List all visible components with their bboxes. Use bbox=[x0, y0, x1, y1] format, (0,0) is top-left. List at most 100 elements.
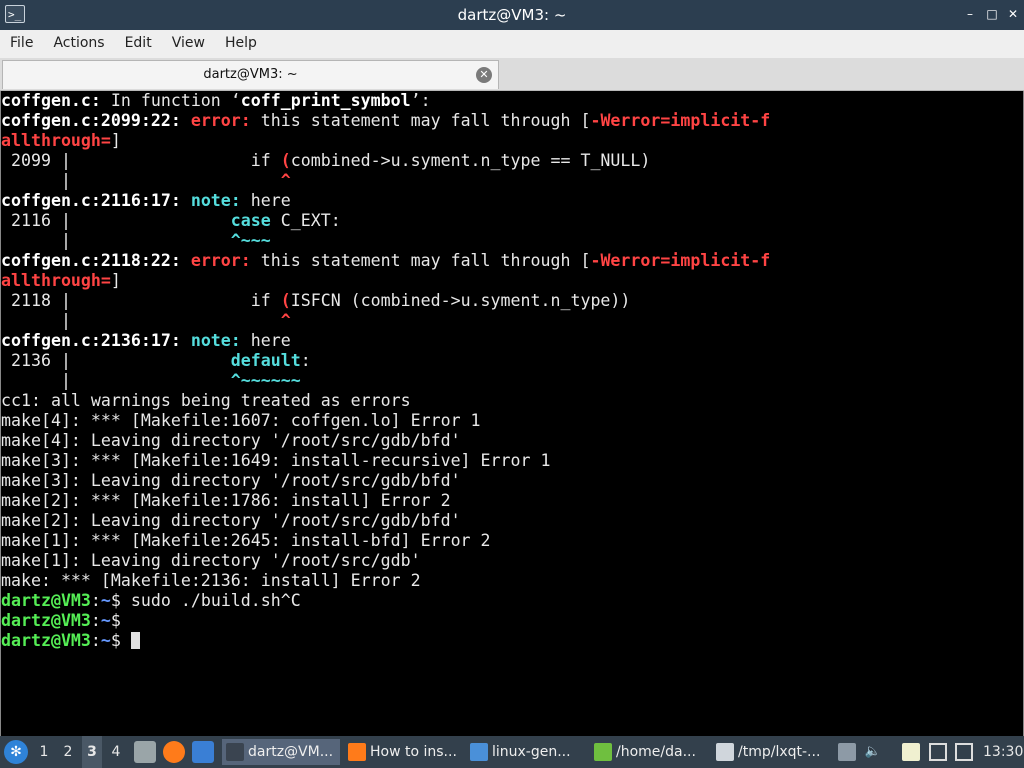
terminal-text: 2099 | if bbox=[1, 151, 281, 170]
terminal-line: make[1]: Leaving directory '/root/src/gd… bbox=[1, 551, 1023, 571]
folder-icon bbox=[470, 743, 488, 761]
terminal-text: : bbox=[90, 611, 101, 630]
terminal-text: : bbox=[90, 591, 101, 610]
tray-app-icon[interactable] bbox=[838, 743, 856, 761]
maximize-button[interactable]: □ bbox=[985, 7, 999, 21]
terminal-text: ^ bbox=[280, 171, 291, 190]
terminal-text: coffgen.c:2099:22: bbox=[1, 111, 191, 130]
start-menu-icon[interactable]: ✻ bbox=[4, 740, 28, 764]
terminal-line: dartz@VM3:~$ sudo ./build.sh^C bbox=[1, 591, 1023, 611]
terminal-text: dartz@VM3 bbox=[1, 631, 91, 650]
desktop-1[interactable]: 1 bbox=[34, 736, 54, 768]
terminal-icon bbox=[226, 743, 244, 761]
taskbar-task-label: dartz@VM... bbox=[248, 744, 334, 760]
terminal-text: ~ bbox=[100, 611, 111, 630]
terminal-text: | bbox=[1, 231, 231, 250]
menu-edit[interactable]: Edit bbox=[115, 30, 162, 58]
terminal-cursor bbox=[130, 632, 140, 649]
terminal-line: | ^ bbox=[1, 311, 1023, 331]
terminal-text: make: *** [Makefile:2136: install] Error… bbox=[1, 571, 421, 590]
taskbar-task[interactable]: /tmp/lxqt-... bbox=[712, 739, 830, 765]
close-button[interactable]: ✕ bbox=[1006, 7, 1020, 21]
terminal-line: | ^~~~~~~ bbox=[1, 371, 1023, 391]
terminal-text: this statement may fall through [ bbox=[260, 251, 591, 270]
terminal-text: dartz@VM3 bbox=[1, 591, 91, 610]
terminal-line: make[3]: *** [Makefile:1649: install-rec… bbox=[1, 451, 1023, 471]
terminal-text: | bbox=[1, 311, 281, 330]
minimize-button[interactable]: – bbox=[963, 7, 977, 21]
terminal-tab[interactable]: dartz@VM3: ~ ✕ bbox=[2, 60, 499, 89]
menu-actions[interactable]: Actions bbox=[43, 30, 114, 58]
clipboard-icon[interactable] bbox=[902, 743, 920, 761]
volume-icon[interactable]: 🔈 bbox=[864, 743, 882, 761]
tab-close-icon[interactable]: ✕ bbox=[476, 67, 492, 83]
terminal-text: | bbox=[1, 371, 231, 390]
terminal-text: make[1]: *** [Makefile:2645: install-bfd… bbox=[1, 531, 491, 550]
terminal-text: make[3]: *** [Makefile:1649: install-rec… bbox=[1, 451, 551, 470]
terminal-text: : bbox=[300, 351, 311, 370]
terminal-text: coffgen.c:2136:17: bbox=[1, 331, 191, 350]
desktop-3[interactable]: 3 bbox=[82, 736, 102, 768]
firefox-launcher-icon[interactable] bbox=[163, 741, 185, 763]
terminal-text: -Werror=implicit-f bbox=[590, 111, 771, 130]
show-desktop-icon[interactable] bbox=[192, 741, 214, 763]
terminal-text: make[4]: Leaving directory '/root/src/gd… bbox=[1, 431, 461, 450]
terminal-line: 2099 | if (combined->u.syment.n_type == … bbox=[1, 151, 1023, 171]
terminal-line: allthrough=] bbox=[1, 271, 1023, 291]
terminal-text: allthrough= bbox=[1, 131, 111, 150]
terminal-output[interactable]: coffgen.c: In function ‘coff_print_symbo… bbox=[0, 91, 1024, 736]
terminal-text: here bbox=[250, 331, 291, 350]
terminal-line: 2116 | case C_EXT: bbox=[1, 211, 1023, 231]
network-icon[interactable] bbox=[955, 743, 973, 761]
window-titlebar[interactable]: >_ dartz@VM3: ~ – □ ✕ bbox=[0, 0, 1024, 30]
terminal-text: In function ‘ bbox=[100, 91, 241, 110]
terminal-text: -Werror=implicit-f bbox=[590, 251, 771, 270]
clock[interactable]: 13:30 bbox=[983, 736, 1023, 768]
taskbar-task[interactable]: linux-gen... bbox=[466, 739, 586, 765]
taskbar-task-label: /tmp/lxqt-... bbox=[738, 744, 821, 760]
taskbar-task[interactable]: dartz@VM... bbox=[222, 739, 340, 765]
terminal-text: allthrough= bbox=[1, 271, 111, 290]
terminal-line: make[4]: *** [Makefile:1607: coffgen.lo]… bbox=[1, 411, 1023, 431]
terminal-line: 2118 | if (ISFCN (combined->u.syment.n_t… bbox=[1, 291, 1023, 311]
terminal-text: error: bbox=[190, 111, 261, 130]
terminal-line: coffgen.c:2118:22: error: this statement… bbox=[1, 251, 1023, 271]
monitor-icon[interactable] bbox=[929, 743, 947, 761]
file-manager-launcher-icon[interactable] bbox=[134, 741, 156, 763]
terminal-line: 2136 | default: bbox=[1, 351, 1023, 371]
terminal-line: make[1]: *** [Makefile:2645: install-bfd… bbox=[1, 531, 1023, 551]
terminal-text: ^~~~~~~ bbox=[230, 371, 301, 390]
terminal-text: ’: bbox=[410, 91, 431, 110]
tab-bar: dartz@VM3: ~ ✕ bbox=[0, 58, 1024, 91]
menu-help[interactable]: Help bbox=[215, 30, 267, 58]
taskbar-task[interactable]: /home/da... bbox=[590, 739, 708, 765]
terminal-text: ( bbox=[280, 151, 291, 170]
terminal-text: : bbox=[90, 631, 101, 650]
taskbar: ✻ 1 2 3 4 dartz@VM... How to ins... linux-… bbox=[0, 736, 1024, 768]
terminal-text: 2116 | bbox=[1, 211, 231, 230]
terminal-text: $ bbox=[110, 611, 121, 630]
taskbar-task[interactable]: How to ins... bbox=[344, 739, 462, 765]
terminal-text: case bbox=[230, 211, 271, 230]
terminal-text: coff_print_symbol bbox=[240, 91, 411, 110]
terminal-text: make[2]: Leaving directory '/root/src/gd… bbox=[1, 511, 461, 530]
terminal-line: | ^~~~ bbox=[1, 231, 1023, 251]
pencil-icon bbox=[716, 743, 734, 761]
terminal-text: ~ bbox=[100, 591, 111, 610]
terminal-line: make[3]: Leaving directory '/root/src/gd… bbox=[1, 471, 1023, 491]
terminal-text: 2118 | if bbox=[1, 291, 281, 310]
desktop-2[interactable]: 2 bbox=[58, 736, 78, 768]
terminal-text: C_EXT: bbox=[270, 211, 341, 230]
desktop-4[interactable]: 4 bbox=[106, 736, 126, 768]
menu-file[interactable]: File bbox=[0, 30, 43, 58]
terminal-line: cc1: all warnings being treated as error… bbox=[1, 391, 1023, 411]
terminal-text: note: bbox=[190, 331, 251, 350]
terminal-text: coffgen.c:2116:17: bbox=[1, 191, 191, 210]
terminal-line: coffgen.c:2099:22: error: this statement… bbox=[1, 111, 1023, 131]
terminal-text: | bbox=[1, 171, 281, 190]
terminal-text: ] bbox=[110, 131, 121, 150]
terminal-text: make[4]: *** [Makefile:1607: coffgen.lo]… bbox=[1, 411, 481, 430]
terminal-text: default bbox=[230, 351, 301, 370]
menu-view[interactable]: View bbox=[162, 30, 215, 58]
terminal-text: combined->u.syment.n_type == T_NULL) bbox=[290, 151, 651, 170]
